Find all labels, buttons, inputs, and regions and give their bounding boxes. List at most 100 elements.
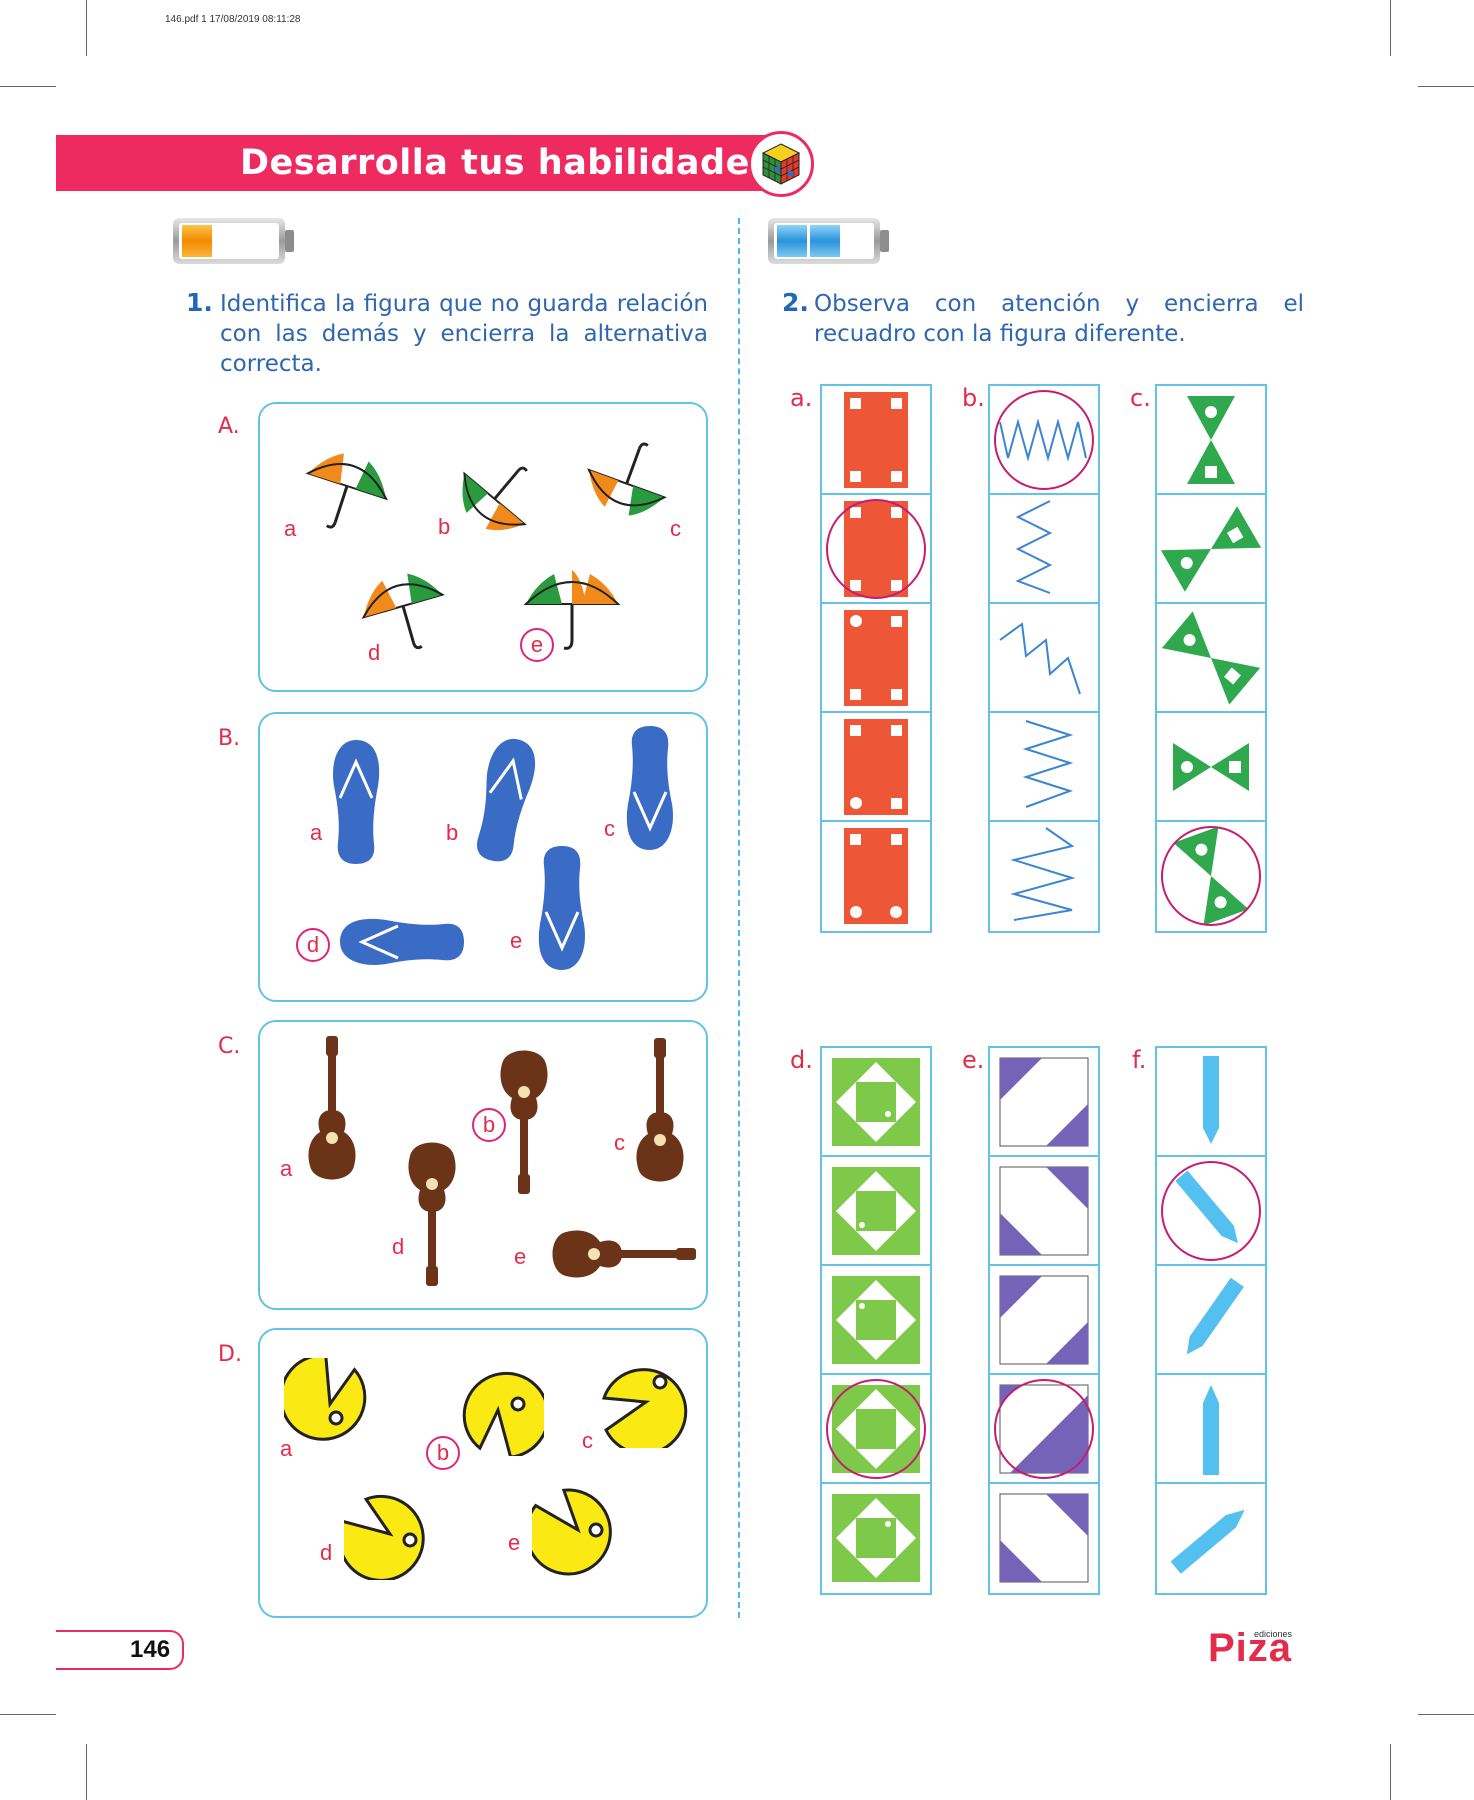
figure-column-f xyxy=(1155,1046,1267,1595)
option-label-circled[interactable]: b xyxy=(472,1108,506,1142)
figure-cell[interactable] xyxy=(1157,822,1265,931)
pacman-icon[interactable] xyxy=(600,1356,692,1448)
question-2-number: 2. xyxy=(782,288,809,317)
figure-cell[interactable] xyxy=(990,1375,1098,1484)
ukulele-icon[interactable] xyxy=(542,1226,698,1282)
ukulele-icon[interactable] xyxy=(632,1036,688,1192)
option-label[interactable]: d xyxy=(368,642,380,664)
option-label[interactable]: e xyxy=(508,1532,520,1554)
option-label[interactable]: a xyxy=(280,1438,292,1460)
question-1-text: Identifica la figura que no guarda relac… xyxy=(220,291,708,377)
question-2-text: Observa con atención y encierra el recua… xyxy=(814,291,1304,347)
flip-flop-icon[interactable] xyxy=(470,734,540,864)
pacman-icon[interactable] xyxy=(344,1488,436,1580)
ukulele-icon[interactable] xyxy=(404,1132,460,1288)
crop-mark xyxy=(1390,0,1391,56)
figure-cell[interactable] xyxy=(822,822,930,931)
answer-circle xyxy=(994,1379,1094,1479)
figure-cell[interactable] xyxy=(1157,1048,1265,1157)
figure-cell[interactable] xyxy=(990,1048,1098,1157)
figure-cell[interactable] xyxy=(822,604,930,713)
option-label[interactable]: b xyxy=(438,516,450,538)
figure-cell[interactable] xyxy=(990,1484,1098,1593)
column-divider xyxy=(738,218,740,1618)
figure-cell[interactable] xyxy=(990,604,1098,713)
column-label-f: f. xyxy=(1132,1046,1147,1074)
pacman-icon[interactable] xyxy=(284,1358,376,1450)
column-label-a: a. xyxy=(790,384,813,412)
option-label[interactable]: a xyxy=(310,822,322,844)
option-label[interactable]: a xyxy=(284,518,296,540)
option-label[interactable]: c xyxy=(604,818,615,840)
figure-cell[interactable] xyxy=(822,1048,930,1157)
figure-cell[interactable] xyxy=(1157,1266,1265,1375)
publisher-logo: Piza xyxy=(1208,1626,1293,1670)
figure-cell[interactable] xyxy=(990,1266,1098,1375)
crop-mark xyxy=(0,1714,56,1715)
figure-cell[interactable] xyxy=(990,713,1098,822)
option-label[interactable]: a xyxy=(280,1158,292,1180)
option-label[interactable]: b xyxy=(446,822,458,844)
option-label[interactable]: e xyxy=(510,930,522,952)
option-label[interactable]: c xyxy=(614,1132,625,1154)
pacman-icon[interactable] xyxy=(532,1484,624,1576)
figure-cell[interactable] xyxy=(1157,495,1265,604)
figure-cell[interactable] xyxy=(1157,713,1265,822)
figure-cell[interactable] xyxy=(990,495,1098,604)
umbrella-icon[interactable] xyxy=(300,446,394,532)
page-title: Desarrolla tus habilidades xyxy=(240,143,772,183)
figure-cell[interactable] xyxy=(990,1157,1098,1266)
option-label[interactable]: e xyxy=(514,1246,526,1268)
crop-mark xyxy=(1390,1744,1391,1800)
figure-cell[interactable] xyxy=(822,713,930,822)
figure-cell[interactable] xyxy=(822,1484,930,1593)
print-metadata: 146.pdf 1 17/08/2019 08:11:28 xyxy=(165,14,301,25)
question-1-number: 1. xyxy=(186,288,213,317)
crop-mark xyxy=(86,1744,87,1800)
flip-flop-icon[interactable] xyxy=(326,736,386,866)
option-label[interactable]: d xyxy=(320,1542,332,1564)
flip-flop-icon[interactable] xyxy=(532,844,592,974)
page-number: 146 xyxy=(130,1636,171,1663)
section-label-b: B. xyxy=(218,726,241,751)
figure-cell[interactable] xyxy=(1157,1484,1265,1593)
figure-cell[interactable] xyxy=(822,1375,930,1484)
option-label[interactable]: c xyxy=(670,518,681,540)
flip-flop-icon[interactable] xyxy=(620,724,680,854)
option-label-circled[interactable]: d xyxy=(296,928,330,962)
figure-cell[interactable] xyxy=(1157,386,1265,495)
figure-cell[interactable] xyxy=(822,386,930,495)
figure-cell[interactable] xyxy=(1157,1157,1265,1266)
option-label[interactable]: d xyxy=(392,1236,404,1258)
ukulele-icon[interactable] xyxy=(304,1034,360,1190)
figure-cell[interactable] xyxy=(822,1266,930,1375)
crop-mark xyxy=(0,86,56,87)
figure-cell[interactable] xyxy=(822,1157,930,1266)
figure-cell[interactable] xyxy=(822,495,930,604)
option-label-circled[interactable]: e xyxy=(520,628,554,662)
option-label[interactable]: c xyxy=(582,1430,593,1452)
answer-circle xyxy=(1161,826,1261,926)
section-label-a: A. xyxy=(218,414,240,439)
answer-circle xyxy=(826,1379,926,1479)
flip-flop-icon[interactable] xyxy=(336,912,466,972)
figure-cell[interactable] xyxy=(990,386,1098,495)
figure-cell[interactable] xyxy=(1157,1375,1265,1484)
pacman-icon[interactable] xyxy=(452,1364,544,1456)
umbrella-icon[interactable] xyxy=(452,452,542,538)
column-label-e: e. xyxy=(962,1046,985,1074)
figure-column-b xyxy=(988,384,1100,933)
figure-column-e xyxy=(988,1046,1100,1595)
crop-mark xyxy=(86,0,87,56)
column-label-d: d. xyxy=(790,1046,813,1074)
figure-cell[interactable] xyxy=(1157,604,1265,713)
answer-circle xyxy=(826,499,926,599)
answer-circle xyxy=(994,390,1094,490)
figure-column-d xyxy=(820,1046,932,1595)
umbrella-icon[interactable] xyxy=(582,436,674,522)
section-label-d: D. xyxy=(218,1342,242,1367)
figure-cell[interactable] xyxy=(990,822,1098,931)
rubiks-cube-icon xyxy=(748,131,814,197)
option-label-circled[interactable]: b xyxy=(426,1436,460,1470)
crop-mark xyxy=(1418,86,1474,87)
